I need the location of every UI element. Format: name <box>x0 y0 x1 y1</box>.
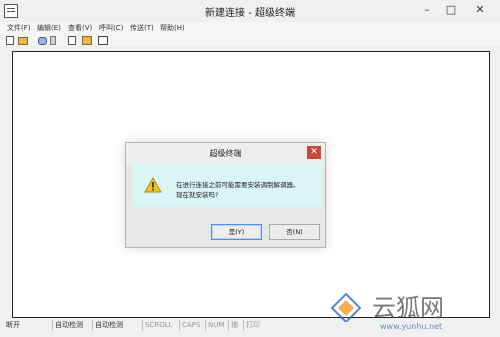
dialog-message: 在进行连接之前可能需要安装调制解调器。 现在就安装吗? <box>176 180 300 200</box>
minimize-button[interactable]: – <box>416 0 438 20</box>
status-connection: 断开 <box>6 321 20 329</box>
status-capture: 捕 <box>228 320 240 331</box>
title-bar: 新建连接 - 超级终端 – □ ✕ <box>0 0 500 23</box>
dialog-title: 超级终端 <box>209 149 242 158</box>
message-line-2: 现在就安装吗? <box>176 191 219 199</box>
menu-transfer[interactable]: 传送(T) <box>130 23 154 33</box>
menu-file[interactable]: 文件(F) <box>7 23 31 33</box>
status-num: NUM <box>205 320 226 331</box>
menu-help[interactable]: 帮助(H) <box>160 23 185 33</box>
dialog-message-area: 在进行连接之前可能需要安装调制解调器。 现在就安装吗? <box>132 163 323 207</box>
yes-button[interactable]: 是(Y) <box>211 224 262 240</box>
dialog-title-bar: 超级终端 ✕ <box>126 143 325 163</box>
status-print: 打印 <box>243 320 262 331</box>
menu-edit[interactable]: 编辑(E) <box>37 23 61 33</box>
status-detect-2: 自动检测 <box>92 320 125 331</box>
send-file-icon[interactable] <box>68 36 76 45</box>
install-modem-dialog: 超级终端 ✕ 在进行连接之前可能需要安装调制解调器。 现在就安装吗? 是(Y) … <box>125 142 326 248</box>
open-folder-icon[interactable] <box>18 37 28 45</box>
new-file-icon[interactable] <box>6 36 14 45</box>
status-scroll: SCROLL <box>142 320 175 331</box>
status-caps: CAPS <box>179 320 202 331</box>
menu-bar: 文件(F) 编辑(E) 查看(V) 呼叫(C) 传送(T) 帮助(H) <box>0 22 500 35</box>
status-detect-1: 自动检测 <box>52 320 85 331</box>
disconnect-icon[interactable] <box>50 36 56 45</box>
warning-icon <box>144 176 162 197</box>
close-button[interactable]: ✕ <box>466 0 494 20</box>
maximize-button[interactable]: □ <box>440 0 462 20</box>
watermark-url: www.yunhu.net <box>380 322 443 331</box>
svg-text:云狐网: 云狐网 <box>372 294 444 322</box>
menu-view[interactable]: 查看(V) <box>68 23 92 33</box>
no-button[interactable]: 否(N) <box>269 224 320 240</box>
connect-icon[interactable] <box>38 37 47 45</box>
dialog-close-button[interactable]: ✕ <box>307 146 321 159</box>
properties-icon[interactable] <box>98 36 108 45</box>
receive-file-icon[interactable] <box>82 36 92 45</box>
watermark-logo: 云狐网 <box>328 292 498 324</box>
message-line-1: 在进行连接之前可能需要安装调制解调器。 <box>176 181 300 189</box>
menu-call[interactable]: 呼叫(C) <box>99 23 123 33</box>
toolbar <box>0 35 500 46</box>
